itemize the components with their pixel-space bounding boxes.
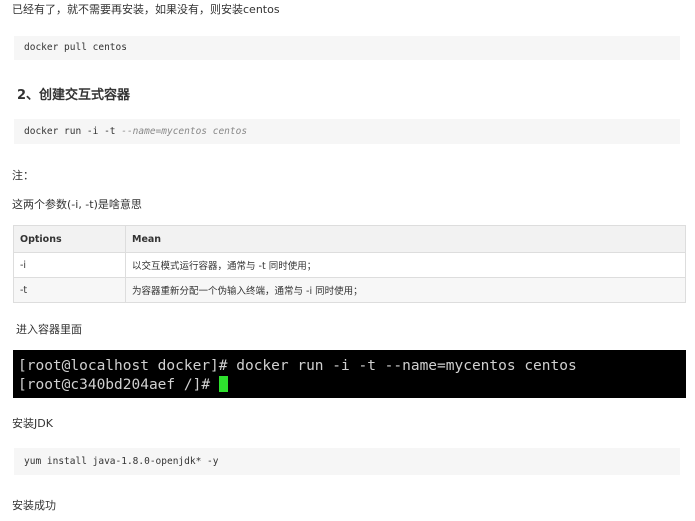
code-block-pull: docker pull centos — [14, 36, 680, 60]
terminal-line-1: [root@localhost docker]# docker run -i -… — [18, 358, 577, 374]
intro-text: 已经有了，就不需要再安装，如果没有，则安装centos — [12, 3, 280, 16]
enter-container-text: 进入容器里面 — [16, 323, 82, 336]
options-table: Options Mean -i 以交互模式运行容器，通常与 -t 同时使用； -… — [13, 225, 686, 303]
code-run-cmd: docker run -i -t — [24, 126, 122, 137]
code-block-run: docker run -i -t --name=mycentos centos — [14, 119, 680, 144]
success-text: 安装成功 — [12, 499, 56, 512]
table-cell-mean: 为容器重新分配一个伪输入终端，通常与 -i 同时使用； — [125, 277, 686, 303]
table-row: -t 为容器重新分配一个伪输入终端，通常与 -i 同时使用； — [13, 277, 686, 303]
table-header-row: Options Mean — [13, 225, 686, 253]
code-pull-text: docker pull centos — [24, 42, 127, 53]
table-cell-mean: 以交互模式运行容器，通常与 -t 同时使用； — [125, 252, 686, 278]
table-row: -i 以交互模式运行容器，通常与 -t 同时使用； — [13, 252, 686, 278]
install-jdk-text: 安装JDK — [12, 417, 53, 430]
section-heading: 2、创建交互式容器 — [17, 88, 131, 103]
code-block-yum: yum install java-1.8.0-openjdk* -y — [14, 448, 680, 475]
terminal-screenshot: [root@localhost docker]# docker run -i -… — [13, 350, 686, 398]
table-header-mean: Mean — [125, 225, 686, 253]
code-yum-text: yum install java-1.8.0-openjdk* -y — [24, 456, 219, 467]
note-label: 注： — [12, 169, 34, 182]
table-cell-option: -i — [13, 252, 126, 278]
params-text: 这两个参数(-i, -t)是啥意思 — [12, 198, 142, 211]
terminal-line-2: [root@c340bd204aef /]# — [18, 377, 219, 393]
table-header-options: Options — [13, 225, 126, 253]
terminal-cursor — [218, 376, 228, 392]
table-cell-option: -t — [13, 277, 126, 303]
code-run-opts: --name=mycentos centos — [121, 126, 248, 137]
